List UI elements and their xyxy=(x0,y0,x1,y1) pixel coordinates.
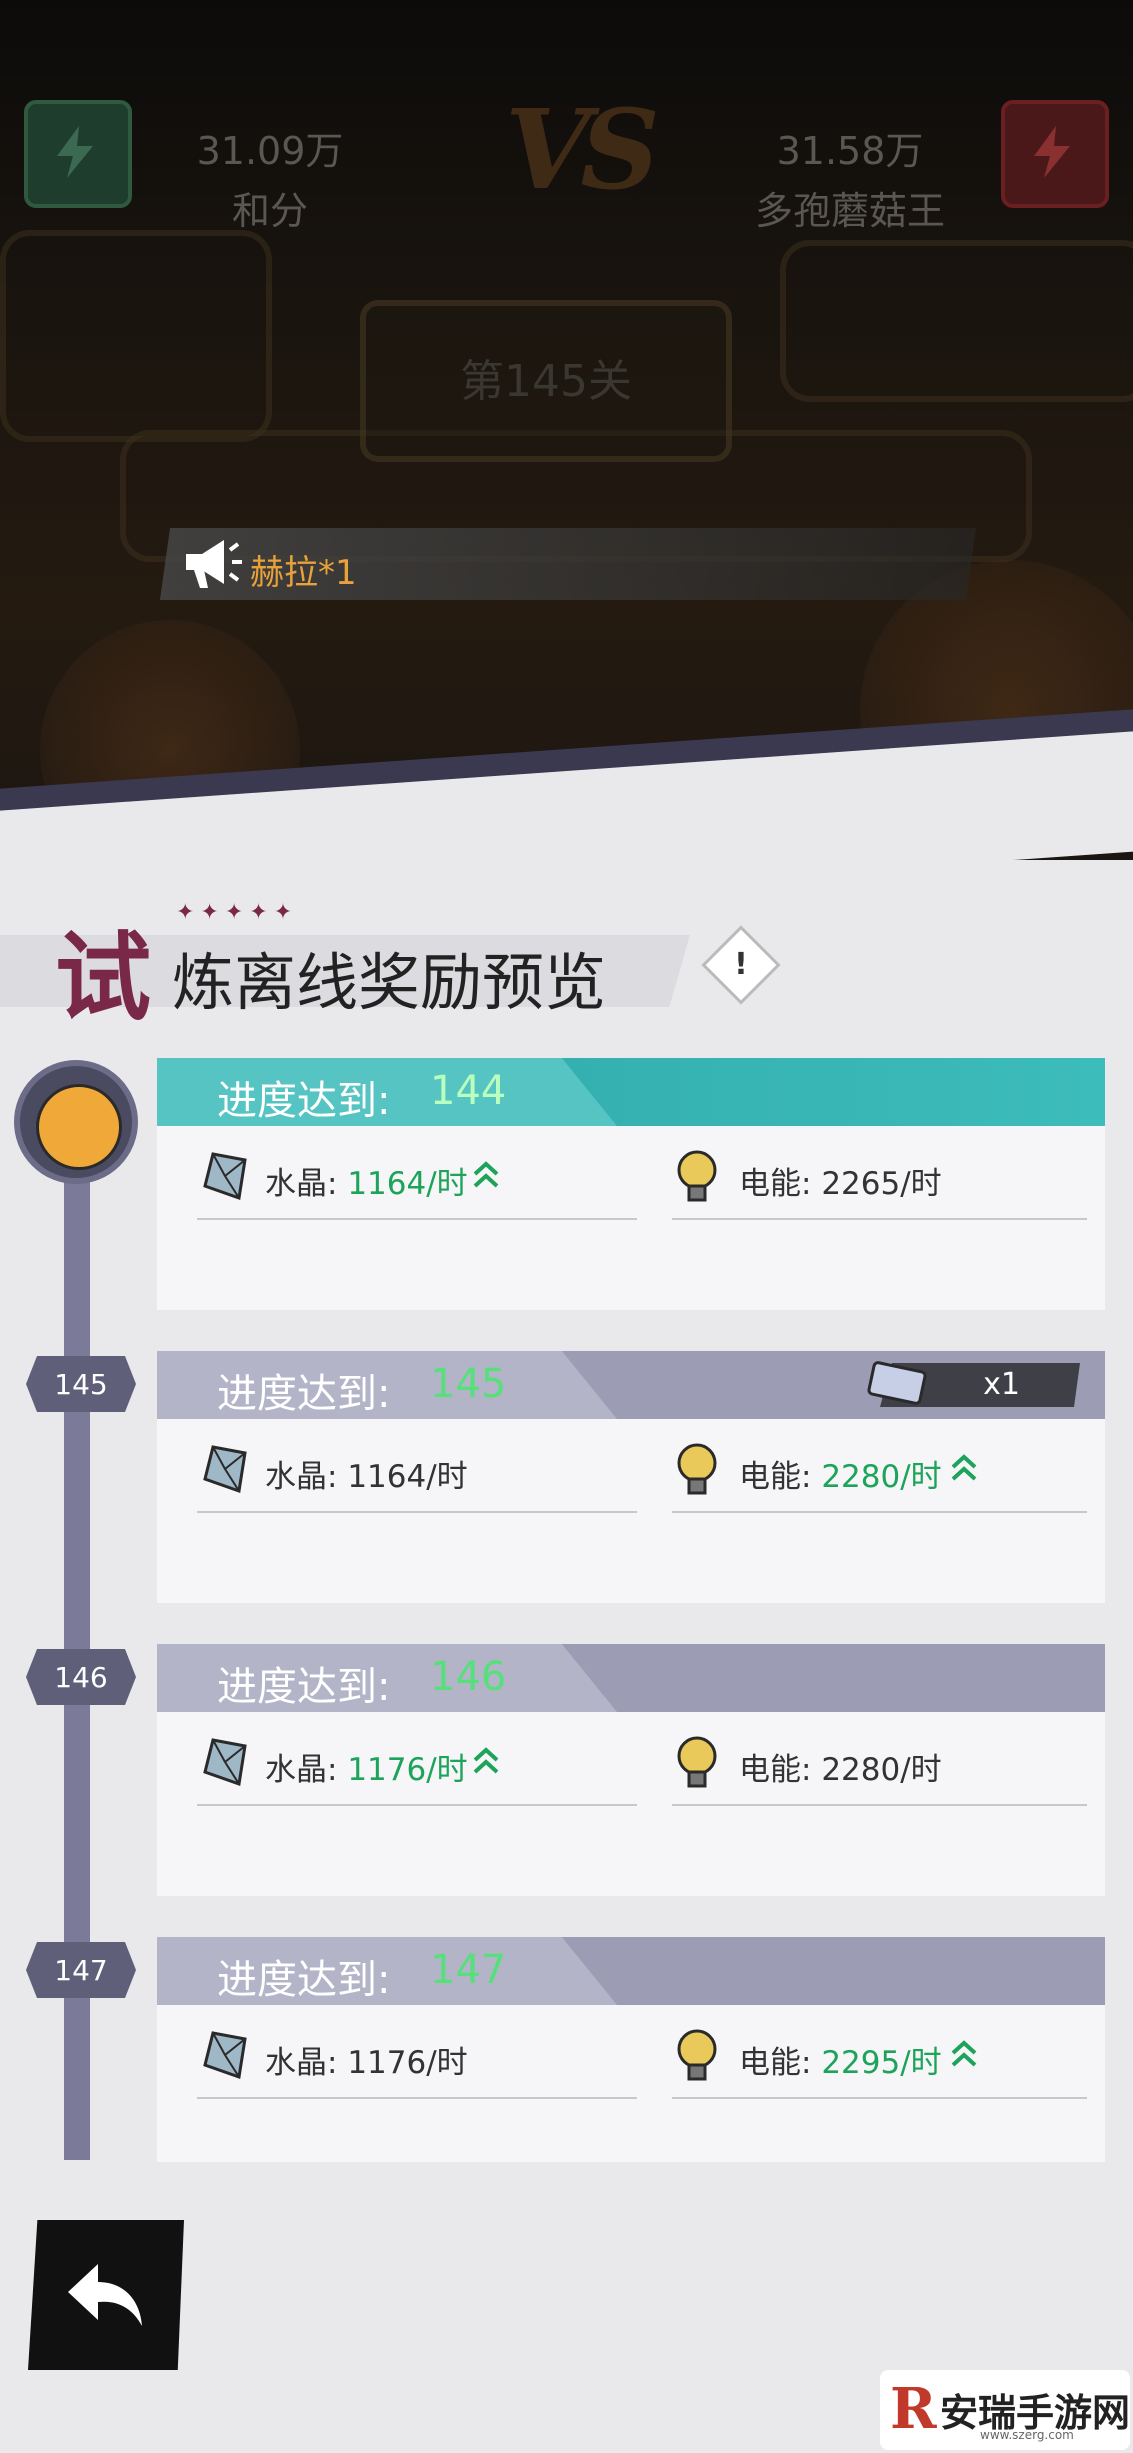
progress-label: 进度达到: xyxy=(217,1664,391,1710)
page-title: 炼离线奖励预览 xyxy=(172,946,607,1019)
card-header: 进度达到: 147 xyxy=(157,1937,1105,2005)
info-icon: ! xyxy=(734,947,748,982)
progress-level: 144 xyxy=(430,1068,507,1114)
avatar xyxy=(14,1060,138,1184)
timeline-node: 147 xyxy=(26,1942,136,1998)
crystal-value: 1164/时 xyxy=(347,1459,468,1495)
battle-scene: 31.09万 和分 VS 31.58万 多孢蘑菇王 第145关 赫拉*1 xyxy=(0,0,1133,860)
progress-level: 145 xyxy=(430,1361,507,1407)
crystal-value: 1164/时 xyxy=(347,1166,468,1202)
timeline-rail xyxy=(64,1100,90,2160)
power-value: 2295/时 xyxy=(821,2045,942,2081)
timeline-node: 146 xyxy=(26,1649,136,1705)
ticket-count: x1 xyxy=(983,1367,1020,1402)
watermark: R 安瑞手游网 www.szerg.com xyxy=(880,2370,1130,2450)
stage-label: 第145关 xyxy=(460,356,632,407)
vs-label: VS xyxy=(505,85,660,214)
lightbulb-icon xyxy=(677,1736,717,1788)
crystal-value: 1176/时 xyxy=(347,1752,468,1788)
title-first-char: 试 xyxy=(55,921,151,1034)
progress-label: 进度达到: xyxy=(217,1371,391,1417)
progress-level: 147 xyxy=(430,1947,507,1993)
lightbulb-icon xyxy=(677,1443,717,1495)
ticket-icon xyxy=(867,1361,927,1405)
bg-shape xyxy=(0,230,272,442)
crystal-icon xyxy=(203,1445,247,1494)
reward-card: 进度达到: 144 水晶: 1164/时 电能: 2265/时 xyxy=(157,1058,1105,1310)
reward-card: 进度达到: 146 水晶: 1176/时 电能: 2280/时 xyxy=(157,1644,1105,1896)
left-player-name: 和分 xyxy=(231,189,308,233)
card-header: 进度达到: 144 xyxy=(157,1058,1105,1126)
lightning-icon xyxy=(57,126,93,178)
left-score: 31.09万 xyxy=(196,129,344,173)
double-up-arrow-icon xyxy=(951,1454,977,1481)
crystal-icon xyxy=(203,1738,247,1787)
right-player-name: 多孢蘑菇王 xyxy=(754,189,945,233)
notice-text: 赫拉*1 xyxy=(250,553,357,593)
bg-shape xyxy=(780,240,1133,402)
lightning-icon xyxy=(1034,126,1070,178)
lightbulb-icon xyxy=(677,2029,717,2081)
power-value: 2280/时 xyxy=(821,1459,942,1495)
double-up-arrow-icon xyxy=(473,1161,499,1188)
double-up-arrow-icon xyxy=(951,2040,977,2067)
progress-label: 进度达到: xyxy=(217,1957,391,2003)
card-header: 进度达到: 146 xyxy=(157,1644,1105,1712)
megaphone-icon xyxy=(186,540,242,588)
title-decoration: ✦✦✦✦✦ xyxy=(176,900,299,925)
watermark-logo: R xyxy=(890,2376,937,2442)
lightbulb-icon xyxy=(677,1150,717,1202)
reward-card: 进度达到: 147 水晶: 1176/时 电能: 2295/时 xyxy=(157,1937,1105,2162)
power-value: 2280/时 xyxy=(821,1752,942,1788)
right-team-badge xyxy=(1001,100,1109,208)
right-score: 31.58万 xyxy=(776,129,924,173)
back-arrow-icon xyxy=(68,2264,142,2326)
left-team-badge xyxy=(24,100,132,208)
watermark-url: www.szerg.com xyxy=(980,2428,1074,2442)
card-header: 进度达到: 145 x1 xyxy=(157,1351,1105,1419)
power-value: 2265/时 xyxy=(821,1166,942,1202)
reward-card: 进度达到: 145 x1 水晶: 1164/时 电能: 2280/时 xyxy=(157,1351,1105,1603)
double-up-arrow-icon xyxy=(473,1747,499,1774)
back-button[interactable] xyxy=(28,2220,184,2370)
progress-label: 进度达到: xyxy=(217,1078,391,1124)
info-button[interactable]: ! xyxy=(705,929,777,1001)
progress-level: 146 xyxy=(430,1654,507,1700)
avatar-face-icon xyxy=(36,1084,122,1170)
crystal-value: 1176/时 xyxy=(347,2045,468,2081)
timeline-node: 145 xyxy=(26,1356,136,1412)
crystal-icon xyxy=(203,1152,247,1201)
crystal-icon xyxy=(203,2031,247,2080)
